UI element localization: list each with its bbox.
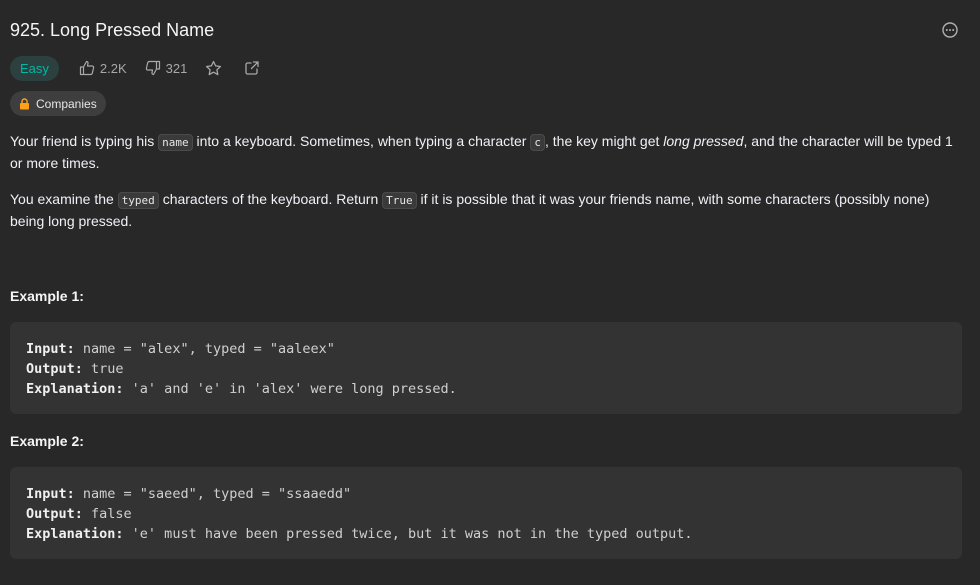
explanation-value: 'e' must have been pressed twice, but it… [123, 526, 693, 542]
example-1-box: Input: name = "alex", typed = "aaleex" O… [10, 322, 962, 414]
example-output-line: Output: true [26, 359, 946, 379]
explanation-label: Explanation: [26, 381, 124, 397]
thumbs-up-icon [79, 60, 95, 76]
input-label: Input: [26, 341, 75, 357]
example-explanation-line: Explanation: 'e' must have been pressed … [26, 524, 946, 544]
lock-icon [20, 97, 29, 109]
description-paragraph-2: You examine the typed characters of the … [10, 189, 965, 232]
like-button[interactable]: 2.2K [79, 60, 127, 76]
difficulty-badge: Easy [10, 55, 59, 81]
output-value: false [82, 506, 132, 522]
example-output-line: Output: false [26, 504, 946, 524]
companies-label: Companies [36, 96, 97, 111]
share-button[interactable] [244, 60, 260, 76]
example-input-line: Input: name = "alex", typed = "aaleex" [26, 339, 946, 359]
inline-code-typed: typed [117, 192, 159, 209]
thumbs-down-icon [145, 60, 160, 76]
problem-meta-row: Easy 2.2K 321 [10, 55, 282, 81]
input-label: Input: [26, 486, 75, 502]
description-paragraph-1: Your friend is typing his name into a ke… [10, 131, 965, 174]
input-value: name = "alex", typed = "aaleex" [74, 341, 335, 357]
inline-code-name: name [158, 134, 193, 151]
share-icon [245, 61, 260, 75]
dislike-button[interactable]: 321 [145, 60, 188, 76]
output-label: Output: [26, 506, 83, 522]
example-explanation-line: Explanation: 'a' and 'e' in 'alex' were … [26, 379, 946, 399]
more-options-button[interactable] [941, 21, 959, 39]
explanation-value: 'a' and 'e' in 'alex' were long pressed. [123, 381, 457, 397]
text-segment: characters of the keyboard. Return [158, 191, 383, 207]
example-2-title: Example 2: [10, 433, 84, 449]
like-count: 2.2K [99, 60, 127, 76]
text-segment: into a keyboard. Sometimes, when typing … [192, 133, 531, 149]
emphasis-long-pressed: long pressed [663, 133, 744, 149]
companies-tag[interactable]: Companies [10, 91, 106, 116]
input-value: name = "saeed", typed = "ssaaedd" [74, 486, 352, 502]
example-2-box: Input: name = "saeed", typed = "ssaaedd"… [10, 467, 962, 559]
text-segment: , the key might get [544, 133, 664, 149]
inline-code-true: True [382, 192, 417, 209]
output-label: Output: [26, 361, 83, 377]
output-value: true [82, 361, 124, 377]
explanation-label: Explanation: [26, 526, 124, 542]
favorite-button[interactable] [205, 60, 222, 77]
star-icon [206, 60, 222, 75]
text-segment: Your friend is typing his [10, 133, 159, 149]
example-input-line: Input: name = "saeed", typed = "ssaaedd" [26, 484, 946, 504]
ellipsis-circle-icon [942, 22, 958, 38]
dislike-count: 321 [165, 60, 188, 76]
text-segment: You examine the [10, 191, 118, 207]
inline-code-c: c [530, 134, 545, 151]
example-1-title: Example 1: [10, 288, 84, 304]
problem-title: 925. Long Pressed Name [10, 20, 215, 40]
